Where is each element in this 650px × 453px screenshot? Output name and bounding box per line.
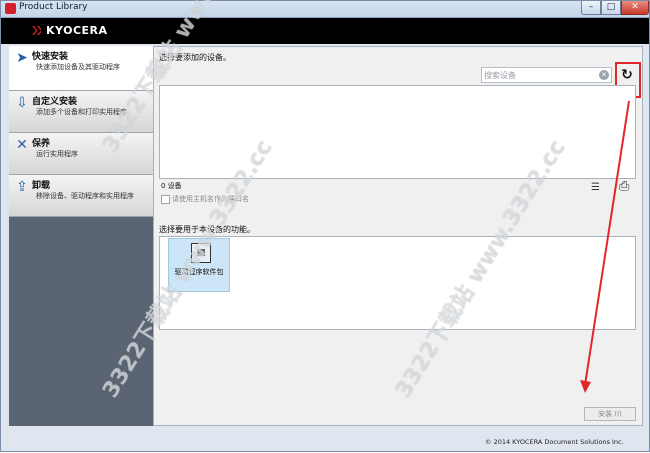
sidebar-item-title: 自定义安装 [32, 97, 78, 107]
maintenance-icon: ✕ [16, 137, 28, 153]
uninstall-icon: ⇪ [16, 179, 28, 195]
sidebar-item-title: 快速安装 [32, 52, 69, 62]
kyocera-logo-icon [32, 26, 41, 35]
close-button[interactable]: ✕ [621, 1, 649, 15]
window-title: Product Library [19, 2, 88, 12]
sidebar: ➤ 快速安装 快速添加设备及其驱动程序 ⇩ 自定义安装 添加多个设备和打印实用程… [9, 46, 153, 426]
clear-search-icon[interactable]: ✕ [599, 70, 609, 80]
sidebar-item-desc: 添加多个设备和打印实用程序 [36, 108, 127, 116]
minimize-button[interactable]: – [581, 1, 601, 15]
sidebar-item-desc: 快速添加设备及其驱动程序 [36, 63, 120, 71]
sidebar-item-maintenance[interactable]: ✕ 保养 运行实用程序 [9, 133, 153, 175]
function-tile-label: 驱动程序软件包 [174, 268, 224, 276]
function-tile-driver-package[interactable]: ▦ 驱动程序软件包 [168, 238, 230, 292]
select-function-label: 选择要用于本设备的功能。 [159, 225, 255, 234]
device-list[interactable] [159, 85, 636, 179]
host-name-checkbox[interactable] [161, 195, 170, 204]
sidebar-item-uninstall[interactable]: ⇪ 卸载 移除设备、驱动程序和实用程序 [9, 175, 153, 217]
printer-host-icon[interactable]: ⎙ [619, 179, 635, 195]
select-device-label: 选择要添加的设备。 [159, 53, 231, 62]
sidebar-item-desc: 移除设备、驱动程序和实用程序 [36, 192, 134, 200]
main-panel: 选择要添加的设备。 ✕ ↻ 0 设备 请使用主机名作为端口名 ☰ ⎙ 选择要用于… [153, 46, 643, 426]
maximize-button[interactable]: □ [601, 1, 621, 15]
search-input[interactable] [484, 69, 592, 81]
sidebar-item-title: 卸载 [32, 181, 51, 191]
quick-install-icon: ➤ [16, 50, 28, 66]
title-bar: Product Library – □ ✕ [1, 1, 649, 18]
product-library-window: Product Library – □ ✕ KYOCERA ➤ 快速安装 快速添… [0, 0, 650, 452]
driver-package-icon: ▦ [191, 243, 211, 263]
search-box[interactable]: ✕ [481, 67, 612, 83]
copyright: © 2014 KYOCERA Document Solutions Inc. [485, 438, 624, 446]
install-button[interactable]: 安装 (I) [584, 407, 636, 421]
brand-bar: KYOCERA [1, 18, 649, 44]
custom-install-icon: ⇩ [16, 95, 28, 111]
list-view-icon[interactable]: ☰ [591, 183, 603, 193]
sidebar-item-quick-install[interactable]: ➤ 快速安装 快速添加设备及其驱动程序 [9, 46, 153, 91]
host-name-checkbox-label: 请使用主机名作为端口名 [172, 195, 249, 203]
sidebar-item-custom-install[interactable]: ⇩ 自定义安装 添加多个设备和打印实用程序 [9, 91, 153, 133]
sidebar-item-title: 保养 [32, 139, 51, 149]
brand-name: KYOCERA [46, 24, 108, 37]
app-icon [5, 3, 16, 14]
device-count: 0 设备 [161, 182, 182, 190]
sidebar-item-desc: 运行实用程序 [36, 150, 78, 158]
function-list: ▦ 驱动程序软件包 [159, 236, 636, 330]
